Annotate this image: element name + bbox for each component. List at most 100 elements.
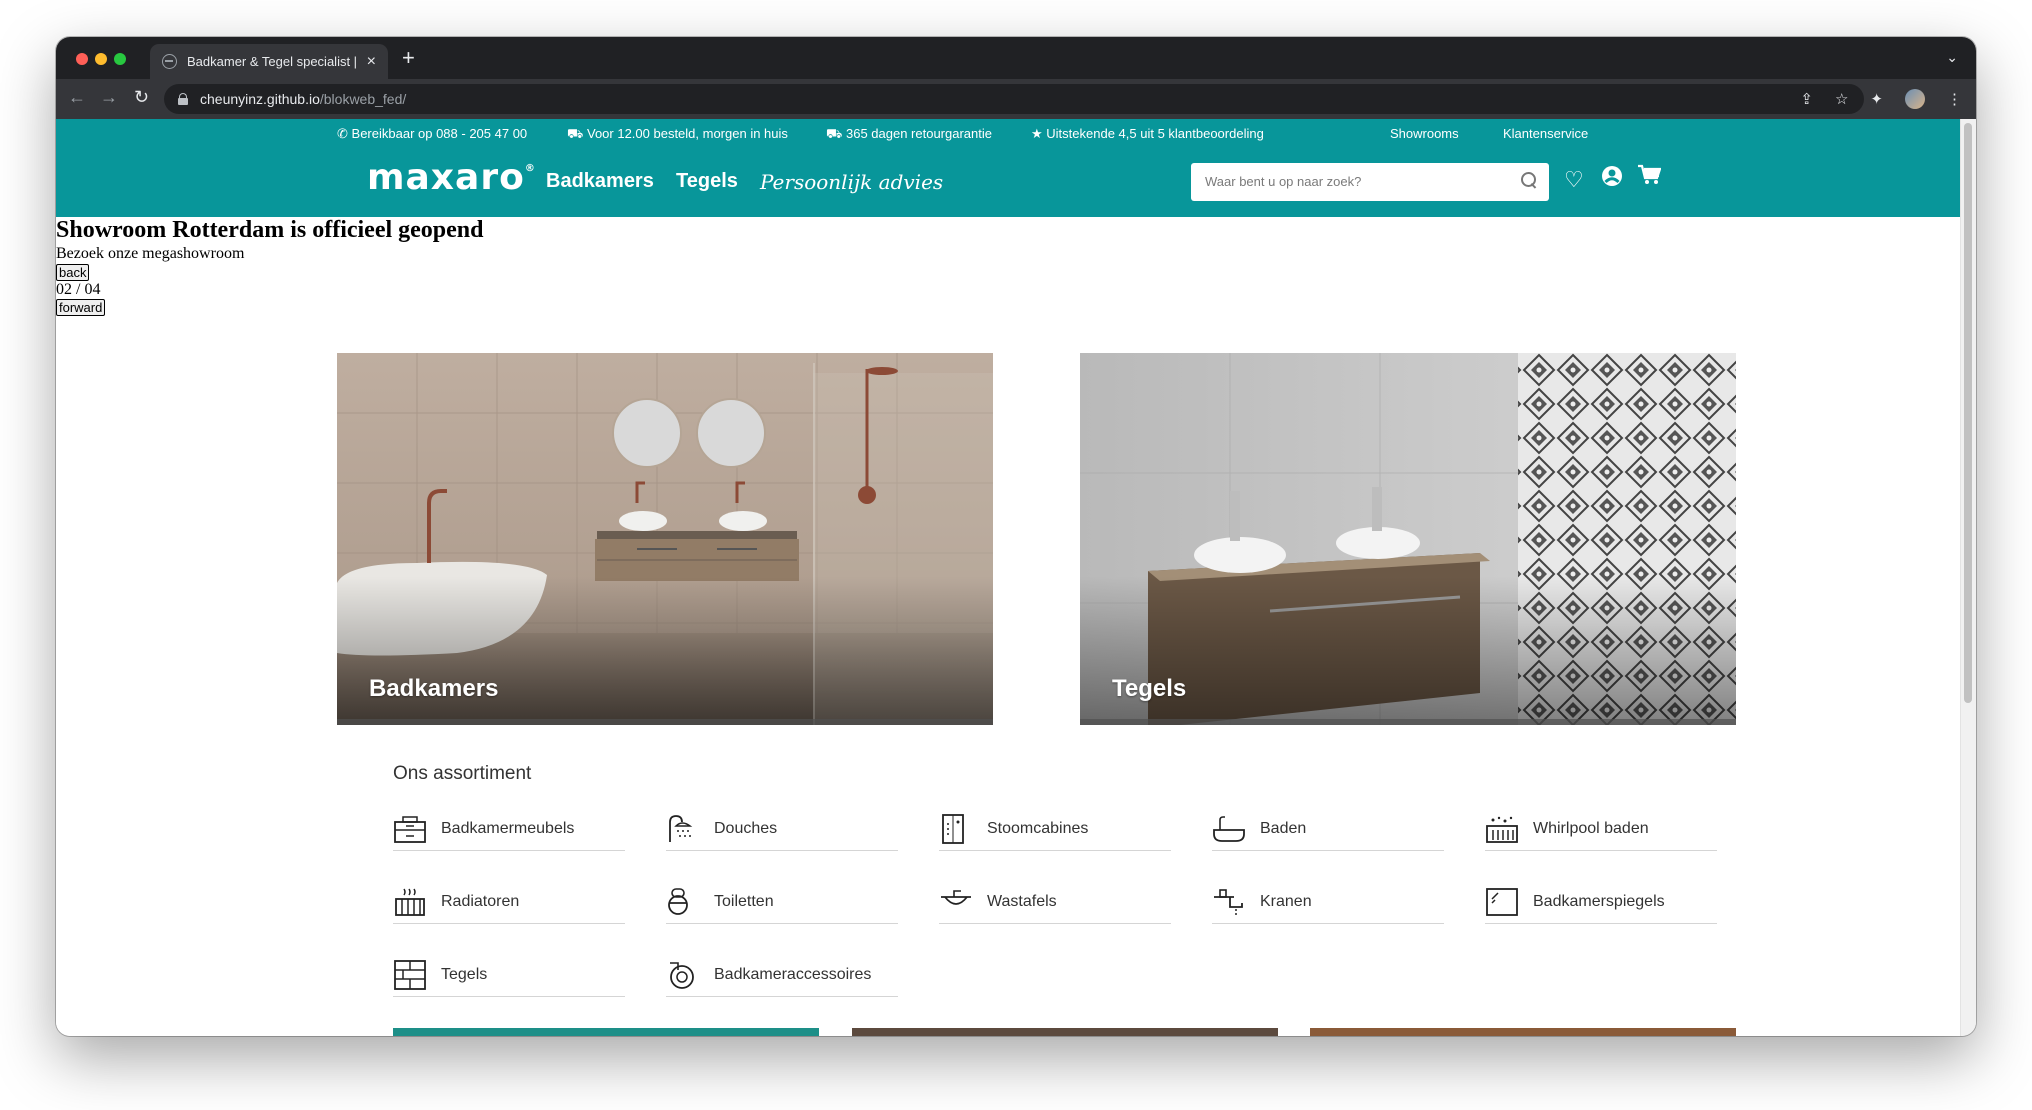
tiles-icon xyxy=(393,959,427,990)
scrollbar-thumb[interactable] xyxy=(1964,123,1972,703)
category-card-tegels[interactable]: Tegels xyxy=(1080,353,1736,725)
category-link-badkamerspiegels[interactable]: Badkamerspiegels xyxy=(1485,880,1717,924)
usp-strip: ✆ Bereikbaar op 088 - 205 47 00 ⛟ Voor 1… xyxy=(56,119,1960,147)
promo-tile[interactable] xyxy=(852,1028,1278,1036)
reload-icon[interactable]: ↻ xyxy=(134,87,149,108)
category-link-toiletten[interactable]: Toiletten xyxy=(666,880,898,924)
category-card-badkamers[interactable]: Badkamers xyxy=(337,353,993,725)
category-label: Badkamerspiegels xyxy=(1533,892,1665,910)
url-host: cheunyinz.github.io xyxy=(200,91,320,107)
accessory-icon xyxy=(666,960,700,990)
truck-icon: ⛟ xyxy=(826,126,843,141)
category-label: Badkameraccessoires xyxy=(714,965,872,983)
showrooms-link[interactable]: Showrooms xyxy=(1390,126,1459,141)
tab-bar: Badkamer & Tegel specialist | M × + ⌄ xyxy=(56,37,1976,79)
phone-icon: ✆ xyxy=(337,126,348,141)
category-link-whirlpool-baden[interactable]: Whirlpool baden xyxy=(1485,807,1717,851)
toilet-icon xyxy=(666,887,700,917)
hero-subtitle: Bezoek onze megashowroom xyxy=(56,245,245,262)
category-label: Radiatoren xyxy=(441,892,520,910)
globe-icon xyxy=(162,54,177,69)
nav-link-persoonlijk-advies[interactable]: Persoonlijk advies xyxy=(760,170,943,194)
main-navigation: maxaro® Badkamers Tegels Persoonlijk adv… xyxy=(56,147,1960,217)
category-link-wastafels[interactable]: Wastafels xyxy=(939,880,1171,924)
search-icon[interactable] xyxy=(1521,172,1537,188)
category-label: Stoomcabines xyxy=(987,819,1089,837)
lock-icon xyxy=(178,93,188,105)
category-label: Kranen xyxy=(1260,892,1312,910)
promo-tile[interactable] xyxy=(1310,1028,1736,1036)
assortiment-heading: Ons assortiment xyxy=(393,763,532,784)
menu-dots-icon[interactable]: ⋮ xyxy=(1947,90,1962,108)
url-path: /blokweb_fed/ xyxy=(319,91,407,107)
category-link-baden[interactable]: Baden xyxy=(1212,807,1444,851)
shower-icon xyxy=(666,814,700,844)
hero-title: Showroom Rotterdam is officieel geopend xyxy=(56,217,484,243)
category-label: Douches xyxy=(714,819,778,837)
category-link-douches[interactable]: Douches xyxy=(666,807,898,851)
category-label: Whirlpool baden xyxy=(1533,819,1649,837)
category-label: Badkamermeubels xyxy=(441,819,575,837)
browser-window: Badkamer & Tegel specialist | M × + ⌄ ← … xyxy=(56,37,1976,1036)
usp-delivery: Voor 12.00 besteld, morgen in huis xyxy=(586,126,788,141)
close-window-button[interactable] xyxy=(76,53,88,65)
klantenservice-link[interactable]: Klantenservice xyxy=(1503,126,1588,141)
bookmark-star-icon[interactable]: ☆ xyxy=(1835,90,1848,108)
minimize-window-button[interactable] xyxy=(95,53,107,65)
cart-icon[interactable] xyxy=(1637,164,1662,192)
promo-tile[interactable] xyxy=(393,1028,819,1036)
mirror-icon xyxy=(1485,887,1519,917)
usp-returns: 365 dagen retourgarantie xyxy=(845,126,992,141)
search-box xyxy=(1191,163,1549,201)
tiles-photo xyxy=(1080,353,1736,725)
category-link-kranen[interactable]: Kranen xyxy=(1212,880,1444,924)
tab-title: Badkamer & Tegel specialist | M xyxy=(187,54,359,69)
web-page: ✆ Bereikbaar op 088 - 205 47 00 ⛟ Voor 1… xyxy=(56,119,1960,1036)
slider-back-button[interactable]: back xyxy=(56,264,90,281)
card-label-badkamers: Badkamers xyxy=(369,675,499,702)
usp-rating: Uitstekende 4,5 uit 5 klantbeoordeling xyxy=(1046,126,1264,141)
whirlpool-icon xyxy=(1485,814,1519,844)
sink-icon xyxy=(939,887,973,917)
steam-cabin-icon xyxy=(939,813,973,844)
category-label: Toiletten xyxy=(714,892,774,910)
profile-avatar[interactable] xyxy=(1905,89,1925,109)
search-input[interactable] xyxy=(1191,163,1491,199)
share-icon[interactable]: ⇪ xyxy=(1800,90,1813,108)
category-label: Baden xyxy=(1260,819,1307,837)
faucet-icon xyxy=(1212,887,1246,917)
chevron-down-icon[interactable]: ⌄ xyxy=(1946,49,1958,66)
star-icon: ★ xyxy=(1031,126,1043,141)
category-link-badkamermeubels[interactable]: Badkamermeubels xyxy=(393,807,625,851)
category-label: Tegels xyxy=(441,965,488,983)
back-arrow-icon[interactable]: ← xyxy=(68,87,86,108)
category-link-badkameraccessoires[interactable]: Badkameraccessoires xyxy=(666,953,898,997)
maxaro-logo[interactable]: maxaro® xyxy=(367,157,536,198)
bathroom-photo xyxy=(337,353,993,725)
category-link-stoomcabines[interactable]: Stoomcabines xyxy=(939,807,1171,851)
category-label: Wastafels xyxy=(987,892,1057,910)
slider-counter: 02 / 04 xyxy=(56,281,101,298)
category-link-radiatoren[interactable]: Radiatoren xyxy=(393,880,625,924)
radiator-icon xyxy=(393,887,427,917)
slider-forward-button[interactable]: forward xyxy=(56,299,106,316)
browser-toolbar: ← → ↻ cheunyinz.github.io/blokweb_fed/ ⇪… xyxy=(56,79,1976,119)
card-label-tegels: Tegels xyxy=(1112,675,1187,702)
logo-text: maxaro xyxy=(367,157,525,198)
close-tab-icon[interactable]: × xyxy=(367,53,376,71)
extensions-icon[interactable]: ✦ xyxy=(1870,90,1883,108)
category-link-tegels[interactable]: Tegels xyxy=(393,953,625,997)
cabinet-icon xyxy=(393,814,427,844)
truck-icon: ⛟ xyxy=(567,126,584,141)
browser-tab[interactable]: Badkamer & Tegel specialist | M × xyxy=(150,44,388,79)
new-tab-icon[interactable]: + xyxy=(402,45,415,71)
address-bar[interactable]: cheunyinz.github.io/blokweb_fed/ xyxy=(164,84,1864,114)
bathtub-icon xyxy=(1212,814,1246,844)
nav-link-tegels[interactable]: Tegels xyxy=(676,170,738,193)
forward-arrow-icon[interactable]: → xyxy=(100,87,118,108)
account-icon[interactable] xyxy=(1601,165,1623,193)
maximize-window-button[interactable] xyxy=(114,53,126,65)
heart-icon[interactable]: ♡ xyxy=(1564,167,1584,193)
nav-link-badkamers[interactable]: Badkamers xyxy=(546,170,654,193)
usp-phone: Bereikbaar op 088 - 205 47 00 xyxy=(351,126,528,141)
